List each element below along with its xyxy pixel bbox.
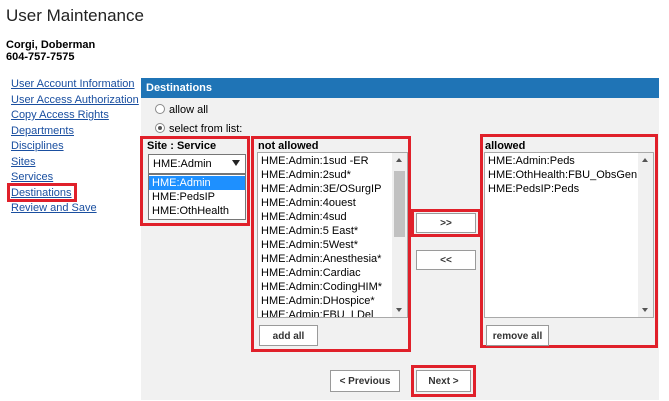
radio-select-from-list[interactable] <box>155 123 165 133</box>
list-item[interactable]: HME:OthHealth:FBU_ObsGen <box>488 169 637 181</box>
site-service-label: Site : Service <box>147 140 217 152</box>
site-option-hme-pedsip[interactable]: HME:PedsIP <box>149 190 245 204</box>
radio-allow-all-label: allow all <box>169 104 209 116</box>
list-item[interactable]: HME:Admin:2sud* <box>261 169 351 181</box>
list-item[interactable]: HME:Admin:1sud -ER <box>261 155 369 167</box>
site-option-hme-admin[interactable]: HME:Admin <box>149 176 245 190</box>
site-service-select[interactable]: HME:Admin <box>148 154 246 174</box>
nav-disciplines[interactable]: Disciplines <box>11 140 64 152</box>
add-all-button[interactable]: add all <box>259 325 318 346</box>
not-allowed-list[interactable]: HME:Admin:1sud -ER HME:Admin:2sud* HME:A… <box>257 152 408 318</box>
site-option-hme-othhealth[interactable]: HME:OthHealth <box>149 204 245 218</box>
list-item[interactable]: HME:Admin:5West* <box>261 239 358 251</box>
list-item[interactable]: HME:Admin:4ouest <box>261 197 356 209</box>
list-item[interactable]: HME:Admin:FBU_LDel <box>261 309 373 317</box>
scroll-down-icon[interactable] <box>396 308 402 312</box>
list-item[interactable]: HME:Admin:3E/OSurgIP <box>261 183 381 195</box>
list-item[interactable]: HME:Admin:DHospice* <box>261 295 375 307</box>
destinations-header: Destinations <box>141 78 659 98</box>
move-right-button[interactable]: >> <box>416 213 476 233</box>
list-item[interactable]: HME:Admin:Cardiac <box>261 267 361 279</box>
previous-button[interactable]: < Previous <box>330 370 400 392</box>
radio-allow-all[interactable] <box>155 104 165 114</box>
nav-services[interactable]: Services <box>11 171 53 183</box>
highlight-destinations-nav <box>7 183 77 202</box>
list-item[interactable]: HME:Admin:5 East* <box>261 225 358 237</box>
page-title: User Maintenance <box>6 6 144 25</box>
nav-departments[interactable]: Departments <box>11 125 74 137</box>
remove-all-button[interactable]: remove all <box>486 325 549 346</box>
list-item[interactable]: HME:PedsIP:Peds <box>488 183 579 195</box>
list-item[interactable]: HME:Admin:4sud <box>261 211 347 223</box>
scroll-up-icon[interactable] <box>642 158 648 162</box>
nav-user-access-authorization[interactable]: User Access Authorization <box>11 94 139 106</box>
nav-review-and-save[interactable]: Review and Save <box>11 202 97 214</box>
allowed-list[interactable]: HME:Admin:Peds HME:OthHealth:FBU_ObsGen … <box>484 152 654 318</box>
chevron-down-icon <box>232 160 240 166</box>
scroll-thumb[interactable] <box>394 171 405 237</box>
next-button[interactable]: Next > <box>416 370 471 392</box>
not-allowed-scrollbar[interactable] <box>392 153 407 317</box>
nav-copy-access-rights[interactable]: Copy Access Rights <box>11 109 109 121</box>
user-name: Corgi, Doberman <box>6 39 96 51</box>
not-allowed-label: not allowed <box>258 140 319 152</box>
site-service-dropdown: HME:Admin HME:PedsIP HME:OthHealth <box>148 174 246 220</box>
site-service-select-value: HME:Admin <box>153 158 212 170</box>
nav-sites[interactable]: Sites <box>11 156 35 168</box>
radio-select-from-list-label: select from list: <box>169 123 243 135</box>
user-phone: 604-757-7575 <box>6 51 75 63</box>
allowed-label: allowed <box>485 140 526 152</box>
scroll-down-icon[interactable] <box>642 308 648 312</box>
scroll-up-icon[interactable] <box>396 158 402 162</box>
list-item[interactable]: HME:Admin:CodingHIM* <box>261 281 382 293</box>
allowed-scrollbar[interactable] <box>638 153 653 317</box>
move-left-button[interactable]: << <box>416 250 476 270</box>
list-item[interactable]: HME:Admin:Peds <box>488 155 575 167</box>
nav-user-account-information[interactable]: User Account Information <box>11 78 135 90</box>
list-item[interactable]: HME:Admin:Anesthesia* <box>261 253 381 265</box>
